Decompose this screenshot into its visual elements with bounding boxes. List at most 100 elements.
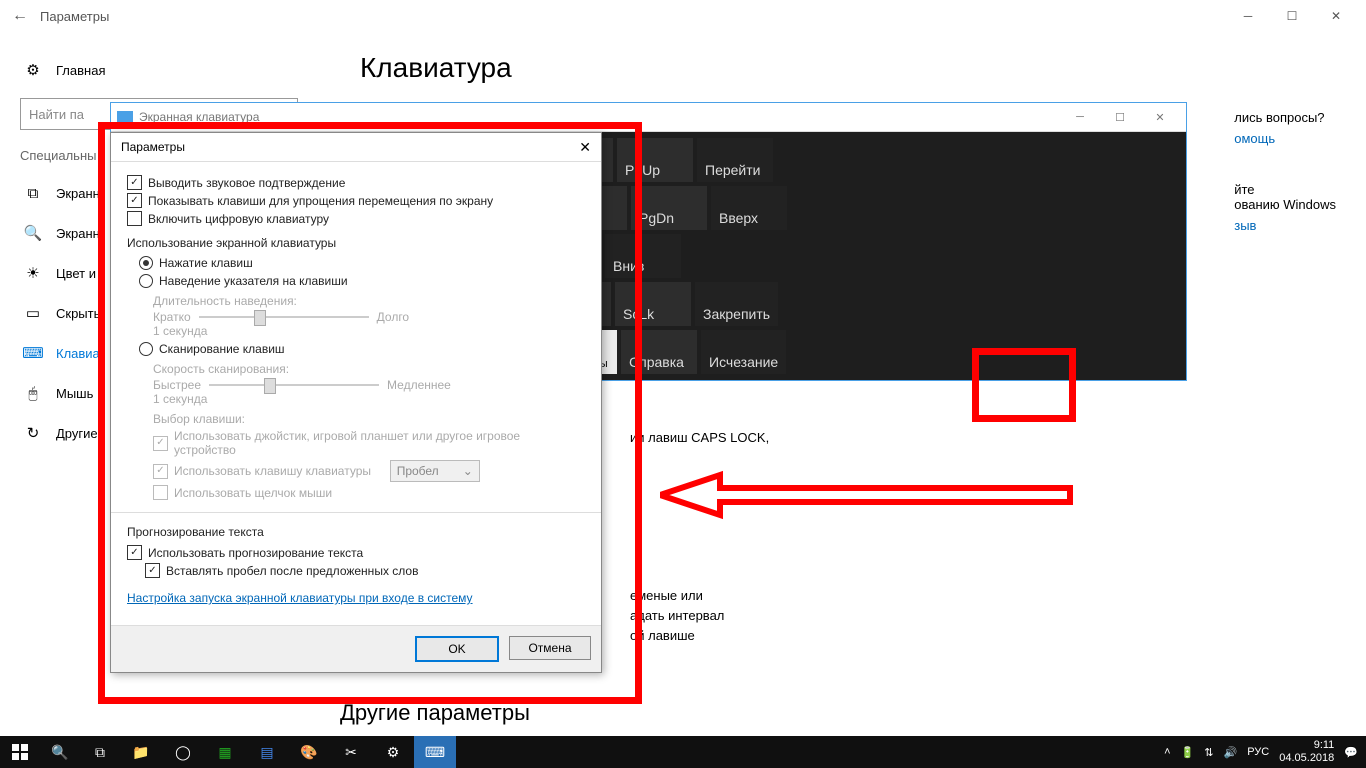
chk-usekey: ✓Использовать клавишу клавиатуры Пробел⌄ xyxy=(153,460,585,482)
osk-key[interactable]: PgUp xyxy=(617,138,693,182)
gear-icon: ⚙ xyxy=(24,61,42,79)
sidebar-item-label: Цвет и xyxy=(56,266,96,281)
cancel-button[interactable]: Отмена xyxy=(509,636,591,660)
back-button[interactable]: ← xyxy=(8,7,32,25)
feedback-link[interactable]: зыв xyxy=(1234,218,1336,233)
osk-maximize[interactable]: ☐ xyxy=(1100,103,1140,131)
osk-key[interactable]: Справка xyxy=(621,330,697,374)
tray-network-icon[interactable]: ⇅ xyxy=(1204,746,1213,759)
body-text-lines: еменые или адать интервал ой лавише xyxy=(630,586,724,646)
pick-label: Выбор клавиши: xyxy=(153,412,585,426)
sidebar-item-label: Клавиа xyxy=(56,346,100,361)
dialog-body: ✓Выводить звуковое подтверждение ✓Показы… xyxy=(111,162,601,625)
taskbar-app-paint[interactable]: 🎨 xyxy=(288,736,330,768)
chk-label: Вставлять пробел после предложенных слов xyxy=(166,564,418,578)
dialog-close-button[interactable]: ✕ xyxy=(579,139,591,156)
radio-click[interactable]: Нажатие клавиш xyxy=(139,256,585,270)
chk-label: Выводить звуковое подтверждение xyxy=(148,176,345,190)
close-button[interactable]: ✕ xyxy=(1314,0,1358,32)
osk-titlebar[interactable]: Экранная клавиатура ─ ☐ ✕ xyxy=(111,103,1186,132)
scan-mid: 1 секунда xyxy=(153,392,585,406)
osk-key[interactable]: Закрепить xyxy=(695,282,778,326)
taskbar-app-settings[interactable]: ⚙ xyxy=(372,736,414,768)
options-dialog: Параметры ✕ ✓Выводить звуковое подтвержд… xyxy=(110,132,602,673)
taskbar-app-osk[interactable]: ⌨ xyxy=(414,736,456,768)
slider-right: Долго xyxy=(377,310,409,324)
osk-key[interactable]: PgDn xyxy=(631,186,707,230)
hover-duration-label: Длительность наведения: xyxy=(153,294,585,308)
radio-label: Нажатие клавиш xyxy=(159,256,253,270)
sidebar-item-label: Экранн xyxy=(56,226,100,241)
help-link[interactable]: омощь xyxy=(1234,131,1336,146)
chk-mouseclick: Использовать щелчок мыши xyxy=(153,485,585,500)
chk-label: Показывать клавиши для упрощения перемещ… xyxy=(148,194,493,208)
start-button[interactable] xyxy=(0,736,40,768)
refresh-icon: ↻ xyxy=(24,424,42,442)
tray-chevron-icon[interactable]: ˄ xyxy=(1164,746,1170,758)
osk-key[interactable]: Перейти xyxy=(697,138,773,182)
maximize-button[interactable]: ☐ xyxy=(1270,0,1314,32)
cc-icon: ▭ xyxy=(24,304,42,322)
win-line2: ованию Windows xyxy=(1234,197,1336,212)
ok-button[interactable]: OK xyxy=(415,636,499,662)
txt: адать интервал xyxy=(630,608,724,623)
radio-hover[interactable]: Наведение указателя на клавиши xyxy=(139,274,585,288)
chk-sound[interactable]: ✓Выводить звуковое подтверждение xyxy=(127,175,585,190)
clock-time: 9:11 xyxy=(1279,739,1334,752)
tray-notifications-icon[interactable]: 💬 xyxy=(1344,746,1358,759)
chk-numpad[interactable]: Включить цифровую клавиатуру xyxy=(127,211,585,226)
sidebar-label: Главная xyxy=(56,63,105,78)
chk-label: Использовать клавишу клавиатуры xyxy=(174,464,371,478)
combo-value: Пробел xyxy=(397,464,439,478)
osk-key[interactable]: ScLk xyxy=(615,282,691,326)
chk-predict[interactable]: ✓Использовать прогнозирование текста xyxy=(127,545,585,560)
txt: еменые или xyxy=(630,588,703,603)
group-usage: Использование экранной клавиатуры xyxy=(127,236,585,250)
sidebar-item-label: Мышь xyxy=(56,386,93,401)
window-controls: ─ ☐ ✕ xyxy=(1226,0,1358,32)
taskbar: 🔍 ⧉ 📁 ◯ ▦ ▤ 🎨 ✂ ⚙ ⌨ ˄ 🔋 ⇅ 🔊 РУС 9:11 04.… xyxy=(0,736,1366,768)
taskview-button[interactable]: ⧉ xyxy=(80,736,120,768)
screen-icon: ⧉ xyxy=(24,185,42,202)
chk-space-after[interactable]: ✓Вставлять пробел после предложенных сло… xyxy=(145,563,585,578)
osk-key[interactable]: Вниз xyxy=(605,234,681,278)
sidebar-home[interactable]: ⚙ Главная xyxy=(20,50,340,90)
osk-title: Экранная клавиатура xyxy=(139,110,259,124)
taskbar-app-explorer[interactable]: 📁 xyxy=(120,736,162,768)
search-button[interactable]: 🔍 xyxy=(40,736,80,768)
chk-label: Использовать прогнозирование текста xyxy=(148,546,363,560)
dialog-buttons: OK Отмена xyxy=(111,625,601,672)
osk-key[interactable]: Вверх xyxy=(711,186,787,230)
sidebar-item-label: Другие xyxy=(56,426,98,441)
taskbar-app-snip[interactable]: ✂ xyxy=(330,736,372,768)
radio-scan[interactable]: Сканирование клавиш xyxy=(139,342,585,356)
brightness-icon: ☀ xyxy=(24,264,42,282)
other-params-header: Другие параметры xyxy=(340,700,530,726)
tray-clock[interactable]: 9:11 04.05.2018 xyxy=(1279,739,1334,765)
osk-key[interactable]: Исчезание xyxy=(701,330,786,374)
mouse-icon: 🖱 xyxy=(24,385,42,402)
startup-config-link[interactable]: Настройка запуска экранной клавиатуры пр… xyxy=(127,591,473,605)
keyboard-icon: ⌨ xyxy=(24,344,42,362)
osk-minimize[interactable]: ─ xyxy=(1060,103,1100,131)
radio-label: Наведение указателя на клавиши xyxy=(159,274,348,288)
osk-close[interactable]: ✕ xyxy=(1140,103,1180,131)
hover-mid: 1 секунда xyxy=(153,324,585,338)
tray-volume-icon[interactable]: 🔊 xyxy=(1224,746,1238,759)
sidebar-item-label: Экранн xyxy=(56,186,100,201)
scan-slider: Быстрее Медленнее xyxy=(153,378,585,392)
key-combo: Пробел⌄ xyxy=(390,460,480,482)
dialog-title: Параметры xyxy=(121,140,185,154)
taskbar-app-chrome[interactable]: ◯ xyxy=(162,736,204,768)
tray-lang[interactable]: РУС xyxy=(1247,746,1269,758)
taskbar-app-word[interactable]: ▤ xyxy=(246,736,288,768)
chk-showkeys[interactable]: ✓Показывать клавиши для упрощения переме… xyxy=(127,193,585,208)
settings-title: Параметры xyxy=(40,9,109,24)
tray-battery-icon[interactable]: 🔋 xyxy=(1181,746,1195,759)
hover-slider: Кратко Долго xyxy=(153,310,585,324)
taskbar-app-excel[interactable]: ▦ xyxy=(204,736,246,768)
chk-label: Включить цифровую клавиатуру xyxy=(148,212,329,226)
minimize-button[interactable]: ─ xyxy=(1226,0,1270,32)
radio-label: Сканирование клавиш xyxy=(159,342,285,356)
dialog-titlebar[interactable]: Параметры ✕ xyxy=(111,133,601,162)
